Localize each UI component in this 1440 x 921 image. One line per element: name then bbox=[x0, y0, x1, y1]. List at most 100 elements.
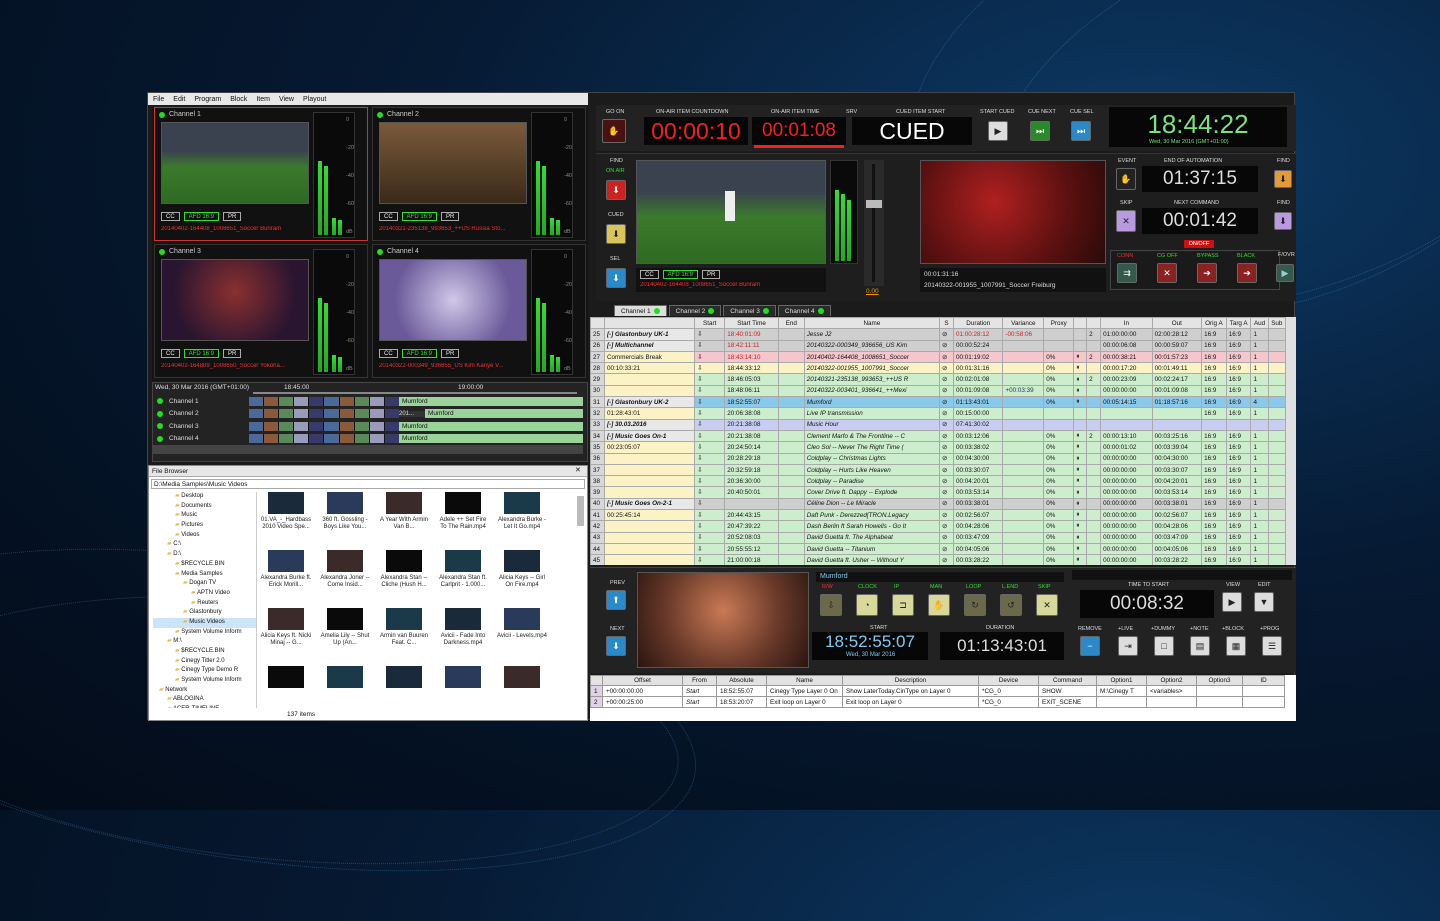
file-item[interactable]: Armin van Buuren Feat. C... bbox=[377, 608, 431, 647]
file-item[interactable]: Alexandra Stan -- Cliche (Hush H... bbox=[377, 550, 431, 589]
column-header[interactable]: Device bbox=[978, 675, 1039, 686]
playlist-row[interactable]: 32 01:28:43:01 ⇩ 20:06:38:08 Live IP transmi… bbox=[590, 407, 1287, 420]
playlist-row[interactable]: 41 00:25:45:14 ⇩ 20:44:43:15 Daft Punk - Der… bbox=[590, 509, 1287, 522]
folder-item[interactable]: ▰ Network bbox=[153, 686, 256, 696]
column-header[interactable]: Aud bbox=[1250, 317, 1269, 330]
timeline-clip-mumford[interactable]: Mumford bbox=[425, 409, 583, 418]
column-header[interactable] bbox=[603, 317, 696, 330]
folder-item[interactable]: ▰ Reuters bbox=[153, 599, 256, 609]
tab-channel-3[interactable]: Channel 3 bbox=[723, 305, 776, 316]
column-header[interactable]: From bbox=[682, 675, 717, 686]
add-block-button[interactable]: ▦ bbox=[1226, 636, 1246, 656]
file-item[interactable]: Alexandra Joner -- Come Insid... bbox=[318, 550, 372, 589]
playlist-row[interactable]: 34 [-] Music Goes On-1 ⇩ 20:21:38:08 Clement… bbox=[590, 429, 1287, 443]
add-live-button[interactable]: ⇥ bbox=[1118, 636, 1138, 656]
fader-value[interactable]: 0.00 bbox=[866, 288, 879, 295]
fovr-button[interactable]: ▶ bbox=[1276, 264, 1294, 282]
column-header[interactable]: Proxy bbox=[1043, 317, 1075, 330]
playlist-row[interactable]: 40 [-] Music Goes On-2-1 ⇩ Céline Dion -- L… bbox=[590, 497, 1287, 511]
mode-button[interactable]: ➔ bbox=[1237, 263, 1257, 283]
flag-button[interactable]: ✋ bbox=[928, 594, 950, 616]
column-header[interactable]: Option3 bbox=[1196, 675, 1243, 686]
flag-button[interactable]: ✕ bbox=[1036, 594, 1058, 616]
flag-button[interactable]: ↺ bbox=[1000, 594, 1022, 616]
prev-button[interactable]: ⬆ bbox=[606, 590, 626, 610]
column-header[interactable]: S bbox=[939, 317, 954, 330]
timeline-row[interactable]: Channel 4 Mumford bbox=[153, 434, 583, 444]
playlist-row[interactable]: 35 00:23:05:07 ⇩ 20:24:50:14 Cleo Sol -- Nev… bbox=[590, 441, 1287, 454]
column-header[interactable] bbox=[590, 317, 605, 330]
cue-next-button[interactable]: ⏭ bbox=[1030, 121, 1050, 141]
event-row[interactable]: 2 +00:00:25:00 Start 18:53:20:07 Exit loop o… bbox=[590, 696, 1285, 708]
menu-edit[interactable]: Edit bbox=[173, 96, 185, 103]
file-grid-scrollbar[interactable] bbox=[577, 496, 584, 526]
folder-item[interactable]: ▰ Dogan TV bbox=[153, 579, 256, 589]
playlist-row[interactable]: 29 ⇩ 18:46:05:03 20140321-235138_993653_++U… bbox=[590, 373, 1287, 386]
next-button[interactable]: ⬇ bbox=[606, 636, 626, 656]
timeline-row[interactable]: Channel 2 201... Mumford bbox=[153, 409, 583, 419]
edit-button[interactable]: ▼ bbox=[1254, 592, 1274, 612]
folder-item[interactable]: ▰ Media Samples bbox=[153, 570, 256, 580]
folder-item[interactable]: ▰ System Volume Inform bbox=[153, 628, 256, 638]
playlist-row[interactable]: 37 ⇩ 20:32:59:18 Coldplay -- Hurts Like Hea… bbox=[590, 463, 1287, 477]
folder-item[interactable]: ▰ $RECYCLE.BIN bbox=[153, 647, 256, 657]
playlist-row[interactable]: 27 Commercials Break ⇩ 18:43:14:10 20140402-… bbox=[590, 350, 1287, 364]
timeline-clip-mumford[interactable]: Mumford bbox=[399, 434, 583, 443]
find-event-button[interactable]: ⬇ bbox=[1274, 170, 1292, 188]
remove-button[interactable]: − bbox=[1080, 636, 1100, 656]
on-off-toggle[interactable]: ON/OFF bbox=[1184, 240, 1214, 248]
file-item[interactable]: 360 ft. Gossling - Boys Like You... bbox=[318, 492, 372, 531]
column-header[interactable]: Option1 bbox=[1096, 675, 1147, 686]
column-header[interactable]: Duration bbox=[952, 317, 1004, 330]
tab-channel-4[interactable]: Channel 4 bbox=[777, 305, 831, 316]
timeline-clip-mumford[interactable]: Mumford bbox=[399, 396, 583, 406]
find-sel-button[interactable]: ⬇ bbox=[606, 268, 626, 288]
playlist-row[interactable]: 43 ⇩ 20:52:08:03 David Guetta ft. The Alpha… bbox=[590, 531, 1287, 544]
column-header[interactable]: In bbox=[1100, 317, 1153, 330]
column-header[interactable] bbox=[1086, 317, 1102, 330]
menu-program[interactable]: Program bbox=[194, 96, 221, 103]
playlist-scrollbar[interactable] bbox=[1286, 317, 1296, 565]
playlist-row[interactable]: 28 00:10:33:21 ⇩ 18:44:33:12 20140322-001955… bbox=[590, 362, 1287, 375]
find-on-air-button[interactable]: ⬇ bbox=[606, 180, 626, 200]
file-item[interactable]: 01.VA_-_Hardbass 2010 Video Spe... bbox=[259, 492, 313, 531]
playlist-row[interactable]: 45 ⇩ 21:00:00:18 David Guetta ft. Usher -- … bbox=[590, 554, 1287, 565]
menu-item[interactable]: Item bbox=[256, 96, 270, 103]
file-item[interactable]: Alicia Keys -- Girl On Fire.mp4 bbox=[495, 550, 549, 589]
mode-button[interactable]: ➔ bbox=[1197, 263, 1217, 283]
file-item[interactable]: Alicia Keys ft. Nicki Minaj -- G... bbox=[259, 608, 313, 647]
menu-view[interactable]: View bbox=[279, 96, 294, 103]
audio-fader[interactable] bbox=[864, 160, 884, 286]
start-cued-button[interactable]: ▶ bbox=[988, 121, 1008, 141]
go-on-button[interactable]: ✋ bbox=[602, 119, 626, 143]
monitor-channel-2[interactable]: Channel 2 CC AFD 16:9 PR 20140321-235138_993… bbox=[372, 107, 586, 241]
column-header[interactable]: ID bbox=[1242, 675, 1285, 686]
mode-button[interactable]: ✕ bbox=[1157, 263, 1177, 283]
column-header[interactable]: Variance bbox=[1002, 317, 1045, 330]
folder-item[interactable]: ▰ ACER-TIMELINE bbox=[153, 705, 256, 708]
column-header[interactable]: Targ A bbox=[1225, 317, 1252, 330]
file-item[interactable] bbox=[495, 666, 549, 691]
column-header[interactable]: Out bbox=[1151, 317, 1203, 330]
column-header[interactable]: Name bbox=[766, 675, 843, 686]
folder-item[interactable]: ▰ Desktop bbox=[153, 492, 256, 502]
timeline-row[interactable]: Channel 1 Mumford bbox=[153, 396, 583, 406]
column-header[interactable]: Orig A bbox=[1201, 317, 1227, 330]
event-row[interactable]: 1 +00:00:00:00 Start 18:52:55:07 Cinegy Type… bbox=[590, 685, 1285, 697]
folder-item[interactable]: ▰ C:\ bbox=[153, 540, 256, 550]
folder-item[interactable]: ▰ Videos bbox=[153, 531, 256, 541]
file-item[interactable]: Alexandra Burke ft. Erick Morill... bbox=[259, 550, 313, 589]
file-item[interactable] bbox=[318, 666, 372, 691]
cue-sel-button[interactable]: ⏭ bbox=[1071, 121, 1091, 141]
file-item[interactable] bbox=[436, 666, 490, 691]
flag-button[interactable]: ◔ bbox=[856, 594, 878, 616]
folder-item[interactable]: ▰ Pictures bbox=[153, 521, 256, 531]
monitor-channel-3[interactable]: Channel 3 CC AFD 16:9 PR 20140402-164809_100… bbox=[154, 244, 368, 378]
playlist-row[interactable]: 44 ⇩ 20:55:55:12 David Guetta -- Titanium ⊘ 0… bbox=[590, 542, 1287, 556]
column-header[interactable] bbox=[590, 675, 603, 686]
add-dummy-button[interactable]: □ bbox=[1154, 636, 1174, 656]
file-item[interactable] bbox=[259, 666, 313, 691]
timeline-scrollbar[interactable] bbox=[153, 445, 583, 454]
flag-button[interactable]: ↻ bbox=[964, 594, 986, 616]
monitor-channel-1[interactable]: Channel 1 CC AFD 16:9 PR 20140402-164408_100… bbox=[154, 107, 368, 241]
